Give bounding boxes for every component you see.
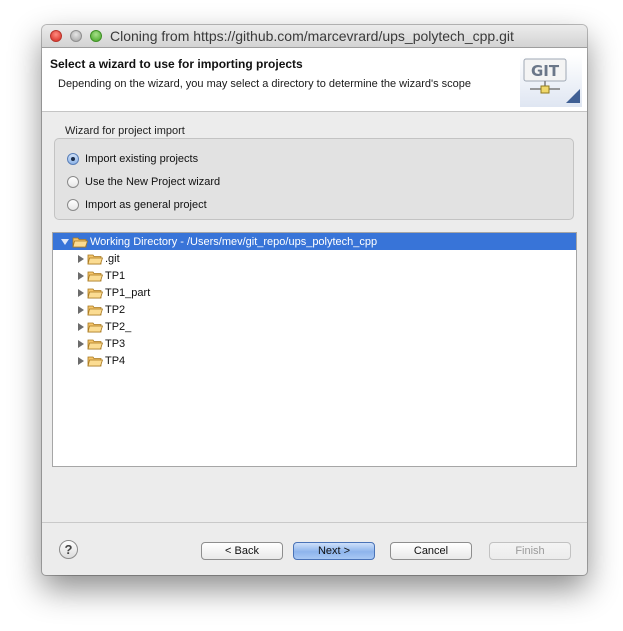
folder-icon [87,305,103,315]
tree-root-label[interactable]: Working Directory - /Users/mev/git_repo/… [90,236,377,248]
git-logo-icon: GIT [520,55,582,107]
open-folder-icon [72,237,88,247]
option-general-project-label[interactable]: Import as general project [85,199,207,211]
radio-import-existing[interactable] [67,153,79,165]
dialog-window: Cloning from https://github.com/marcevra… [42,25,587,575]
option-new-project-wizard[interactable]: Use the New Project wizard [67,173,220,191]
wizard-options-group: Import existing projects Use the New Pro… [54,138,574,220]
tree-item-tp2[interactable]: TP2 [53,301,125,318]
radio-general-project[interactable] [67,199,79,211]
folder-icon [87,288,103,298]
expand-triangle-icon[interactable] [78,254,84,263]
tree-item-label[interactable]: TP2 [105,304,125,316]
title-bar[interactable]: Cloning from https://github.com/marcevra… [42,25,587,48]
tree-item-tp1-part[interactable]: TP1_part [53,284,150,301]
option-import-existing-label[interactable]: Import existing projects [85,153,198,165]
tree-root-working-directory[interactable]: Working Directory - /Users/mev/git_repo/… [53,233,576,250]
tree-item-label[interactable]: TP1 [105,270,125,282]
folder-icon [87,339,103,349]
tree-item-label[interactable]: TP2_ [105,321,131,333]
help-button[interactable]: ? [59,540,78,559]
wizard-group-label: Wizard for project import [65,125,185,137]
expand-triangle-icon[interactable] [78,322,84,331]
tree-item-tp2-underscore[interactable]: TP2_ [53,318,131,335]
folder-icon [87,271,103,281]
directory-tree[interactable]: Working Directory - /Users/mev/git_repo/… [52,232,577,467]
expand-triangle-icon[interactable] [78,271,84,280]
header-description: Depending on the wizard, you may select … [58,78,471,90]
git-logo-text: GIT [531,62,560,80]
expand-triangle-icon[interactable] [78,288,84,297]
tree-item-tp3[interactable]: TP3 [53,335,125,352]
finish-button[interactable]: Finish [489,542,571,560]
cancel-button[interactable]: Cancel [390,542,472,560]
expand-triangle-icon[interactable] [78,305,84,314]
footer-separator [42,522,587,523]
collapse-triangle-icon[interactable] [61,238,69,245]
radio-new-project-wizard[interactable] [67,176,79,188]
window-title: Cloning from https://github.com/marcevra… [110,28,514,44]
tree-item-label[interactable]: TP3 [105,338,125,350]
wizard-header: Select a wizard to use for importing pro… [42,48,587,112]
option-import-existing[interactable]: Import existing projects [67,150,198,168]
expand-triangle-icon[interactable] [78,339,84,348]
tree-item-tp1[interactable]: TP1 [53,267,125,284]
folder-icon [87,356,103,366]
minimize-window-button[interactable] [70,30,82,42]
back-button[interactable]: < Back [201,542,283,560]
tree-item-tp4[interactable]: TP4 [53,352,125,369]
header-title: Select a wizard to use for importing pro… [50,57,303,71]
option-general-project[interactable]: Import as general project [67,196,207,214]
tree-item-label[interactable]: TP4 [105,355,125,367]
tree-item-label[interactable]: .git [105,253,120,265]
folder-icon [87,322,103,332]
tree-item-label[interactable]: TP1_part [105,287,150,299]
tree-item-git[interactable]: .git [53,250,120,267]
next-button[interactable]: Next > [293,542,375,560]
expand-triangle-icon[interactable] [78,356,84,365]
option-new-project-wizard-label[interactable]: Use the New Project wizard [85,176,220,188]
close-window-button[interactable] [50,30,62,42]
zoom-window-button[interactable] [90,30,102,42]
folder-icon [87,254,103,264]
